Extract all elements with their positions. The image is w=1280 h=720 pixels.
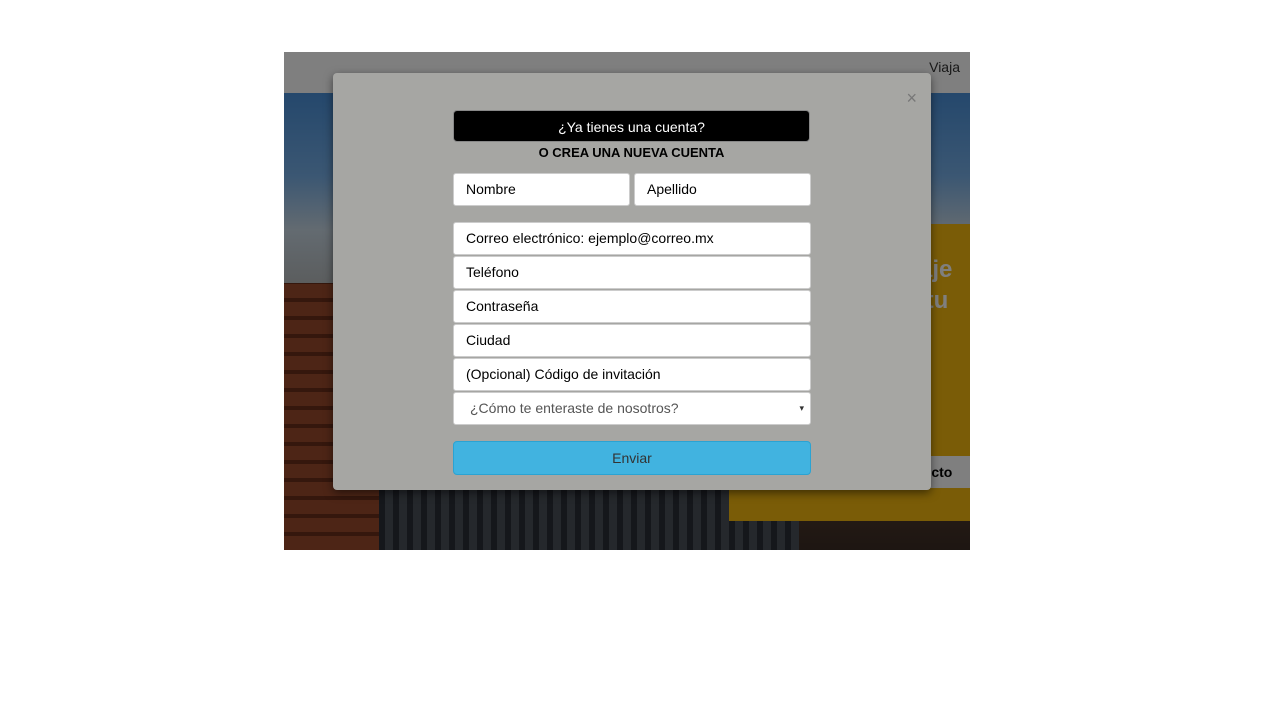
- referral-select-value: ¿Cómo te enteraste de nosotros?: [470, 400, 679, 416]
- chevron-down-icon: ▾: [799, 403, 804, 413]
- login-button[interactable]: ¿Ya tienes una cuenta?: [453, 110, 810, 142]
- email-field[interactable]: Correo electrónico: ejemplo@correo.mx: [453, 222, 811, 255]
- last-name-field[interactable]: Apellido: [634, 173, 811, 206]
- phone-field[interactable]: Teléfono: [453, 256, 811, 289]
- invite-code-field[interactable]: (Opcional) Código de invitación: [453, 358, 811, 391]
- first-name-field[interactable]: Nombre: [453, 173, 630, 206]
- referral-select[interactable]: ¿Cómo te enteraste de nosotros? ▾: [453, 392, 811, 425]
- signup-modal: × ¿Ya tienes una cuenta? O CREA UNA NUEV…: [333, 73, 931, 490]
- close-icon[interactable]: ×: [906, 89, 917, 107]
- city-field[interactable]: Ciudad: [453, 324, 811, 357]
- signup-subtitle: O CREA UNA NUEVA CUENTA: [538, 145, 725, 160]
- password-field[interactable]: Contraseña: [453, 290, 811, 323]
- submit-button[interactable]: Enviar: [453, 441, 811, 475]
